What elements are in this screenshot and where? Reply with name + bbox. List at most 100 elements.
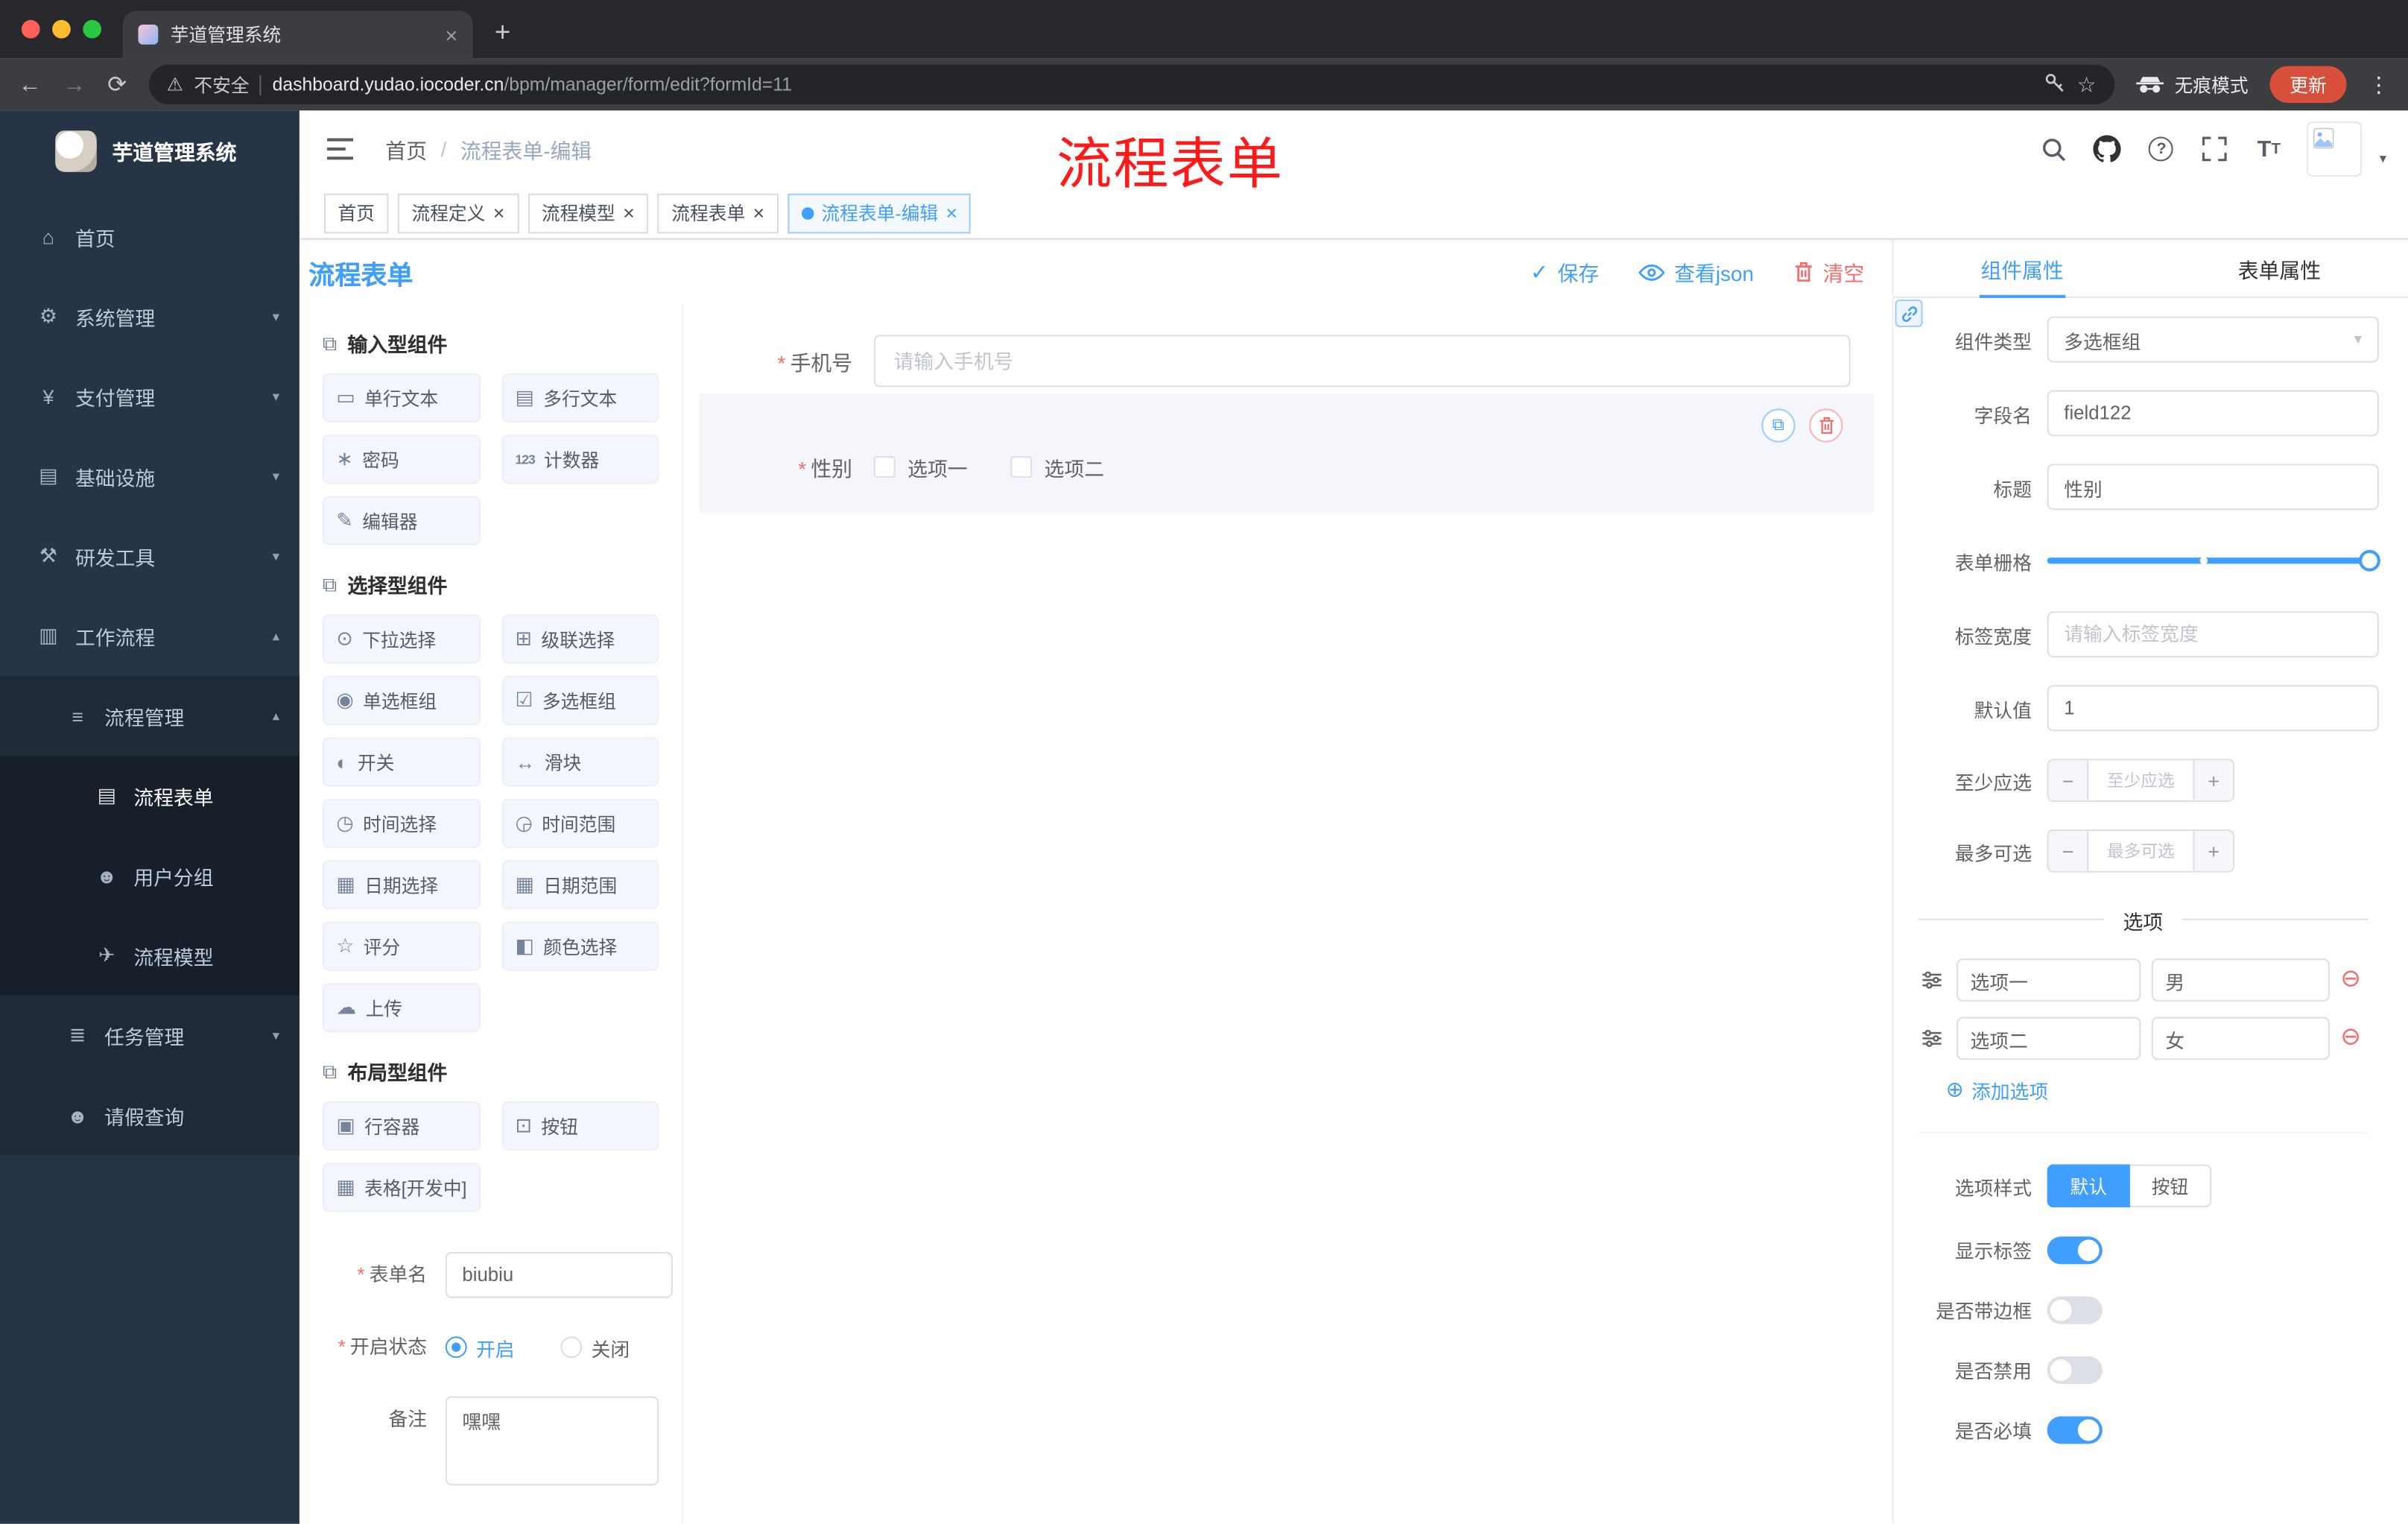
address-bar[interactable]: ⚠ 不安全 dashboard.yudao.iocoder.cn/bpm/man… [148,64,2115,105]
copy-field-button[interactable]: ⧉ [1761,408,1796,443]
default-value-input[interactable] [2047,685,2379,732]
sidebar-item[interactable]: ≣ 任务管理 ▾ [0,995,300,1075]
option-value-input[interactable] [2151,958,2330,1002]
field-phone[interactable]: 手机号 [699,335,1874,388]
sidebar-item[interactable]: ✈ 流程模型 [0,915,300,996]
tab-form-props[interactable]: 表单属性 [2151,240,2408,297]
palette-item[interactable]: 123 计数器 [501,434,659,484]
delete-field-button[interactable] [1809,408,1843,443]
password-key-icon[interactable] [2044,72,2066,98]
max-select-value[interactable]: 最多可选 [2088,831,2193,871]
checkbox-icon[interactable] [1010,456,1033,478]
reload-button[interactable]: ⟳ [107,71,127,98]
browser-menu-icon[interactable]: ⋮ [2368,72,2389,98]
toggle-switch[interactable] [2047,1356,2103,1384]
palette-item[interactable]: ∗ 密码 [322,434,481,484]
help-icon[interactable]: ? [2146,133,2176,164]
decrement-button[interactable]: − [2048,760,2089,800]
search-icon[interactable] [2038,133,2069,164]
sidebar-item[interactable]: ☻ 请假查询 [0,1075,300,1156]
slider-handle[interactable] [2358,549,2380,572]
remove-option-icon[interactable]: ⊖ [2340,967,2361,993]
form-name-input[interactable] [445,1251,673,1298]
status-off-radio[interactable]: 关闭 [560,1332,630,1362]
remove-option-icon[interactable]: ⊖ [2340,1025,2361,1051]
option-value-input[interactable] [2151,1016,2330,1060]
close-icon[interactable]: × [945,203,957,223]
tag-view-tab[interactable]: 流程表单-编辑 × [788,192,972,233]
tag-view-tab[interactable]: 流程定义 × [397,192,519,233]
checkbox-icon[interactable] [873,456,896,478]
sidebar-item[interactable]: ¥ 支付管理 ▾ [0,356,300,436]
toggle-switch[interactable] [2047,1415,2103,1444]
tag-view-tab[interactable]: 流程模型 × [527,192,649,233]
github-icon[interactable] [2092,133,2123,164]
sidebar-item[interactable]: ⚙ 系统管理 ▾ [0,276,300,356]
tab-component-props[interactable]: 组件属性 [1893,240,2150,297]
save-button[interactable]: ✓ 保存 [1530,256,1599,287]
style-default-button[interactable]: 默认 [2047,1164,2130,1208]
label-width-input[interactable] [2047,611,2379,658]
phone-input[interactable] [873,335,1851,388]
browser-tab[interactable]: 芋道管理系统 × [122,10,473,59]
selected-field-gender[interactable]: ⧉ 性别 [698,393,1874,513]
sidebar-item[interactable]: ▤ 基础设施 ▾ [0,436,300,516]
tab-close-icon[interactable]: × [445,22,457,47]
security-label[interactable]: 不安全 [194,72,249,98]
sidebar-item[interactable]: ⌂ 首页 [0,197,300,276]
palette-item[interactable]: ☁ 上传 [322,983,481,1033]
hamburger-icon[interactable] [327,138,355,160]
palette-item[interactable]: ◷ 时间选择 [322,798,481,848]
palette-item[interactable]: ▭ 单行文本 [322,373,481,423]
new-tab-button[interactable]: + [495,17,511,59]
palette-item[interactable]: ◶ 时间范围 [501,798,659,848]
add-option-button[interactable]: ⊕ 添加选项 [1946,1075,2380,1104]
gender-option-1[interactable]: 选项一 [873,452,968,481]
palette-item[interactable]: ▦ 日期范围 [501,860,659,910]
back-button[interactable]: ← [19,72,42,98]
window-zoom-button[interactable] [83,19,102,39]
palette-item[interactable]: ▦ 日期选择 [322,860,481,910]
decrement-button[interactable]: − [2048,831,2089,871]
gender-option-2[interactable]: 选项二 [1010,452,1104,481]
palette-item[interactable]: ↔ 滑块 [501,737,659,787]
breadcrumb-home[interactable]: 首页 [385,133,427,164]
min-select-value[interactable]: 至少应选 [2088,760,2193,800]
drag-handle-icon[interactable] [1921,970,1946,991]
user-avatar[interactable] [2307,121,2363,177]
app-logo[interactable]: 芋道管理系统 [0,114,300,188]
increment-button[interactable]: + [2193,760,2234,800]
clear-button[interactable]: 清空 [1794,256,1864,287]
tag-view-tab[interactable]: 首页 [323,192,389,233]
bookmark-star-icon[interactable]: ☆ [2077,72,2097,98]
option-label-input[interactable] [1956,1016,2141,1060]
tag-view-tab[interactable]: 流程表单 × [657,192,779,233]
sidebar-item[interactable]: ⚒ 研发工具 ▾ [0,516,300,596]
close-icon[interactable]: × [493,203,505,223]
palette-item[interactable]: ⊙ 下拉选择 [322,614,481,664]
title-input[interactable] [2047,464,2379,510]
font-size-icon[interactable]: TT [2254,133,2284,164]
palette-item[interactable]: ◐ 开关 [322,737,481,787]
palette-item[interactable]: ◉ 单选框组 [322,675,481,725]
grid-slider[interactable] [2047,537,2380,584]
sidebar-item[interactable]: ☻ 用户分组 [0,835,300,916]
view-json-button[interactable]: 查看json [1638,256,1754,287]
palette-item[interactable]: ✎ 编辑器 [322,496,481,546]
toggle-switch[interactable] [2047,1295,2103,1324]
drag-handle-icon[interactable] [1921,1028,1946,1049]
forward-button[interactable]: → [63,72,86,98]
data-bind-link-icon[interactable] [1895,299,1923,328]
window-close-button[interactable] [21,19,40,39]
palette-item[interactable]: ◧ 颜色选择 [501,921,659,971]
palette-item[interactable]: ▦ 表格[开发中] [322,1163,481,1212]
toggle-switch[interactable] [2047,1236,2103,1264]
form-remark-textarea[interactable]: 嘿嘿 [445,1396,659,1486]
close-icon[interactable]: × [623,203,635,223]
palette-item[interactable]: ⊞ 级联选择 [501,614,659,664]
window-minimize-button[interactable] [52,19,71,39]
sidebar-item[interactable]: ▤ 流程表单 [0,756,300,836]
palette-item[interactable]: ▣ 行容器 [322,1101,481,1151]
status-on-radio[interactable]: 开启 [445,1332,515,1362]
field-name-input[interactable] [2047,390,2379,437]
